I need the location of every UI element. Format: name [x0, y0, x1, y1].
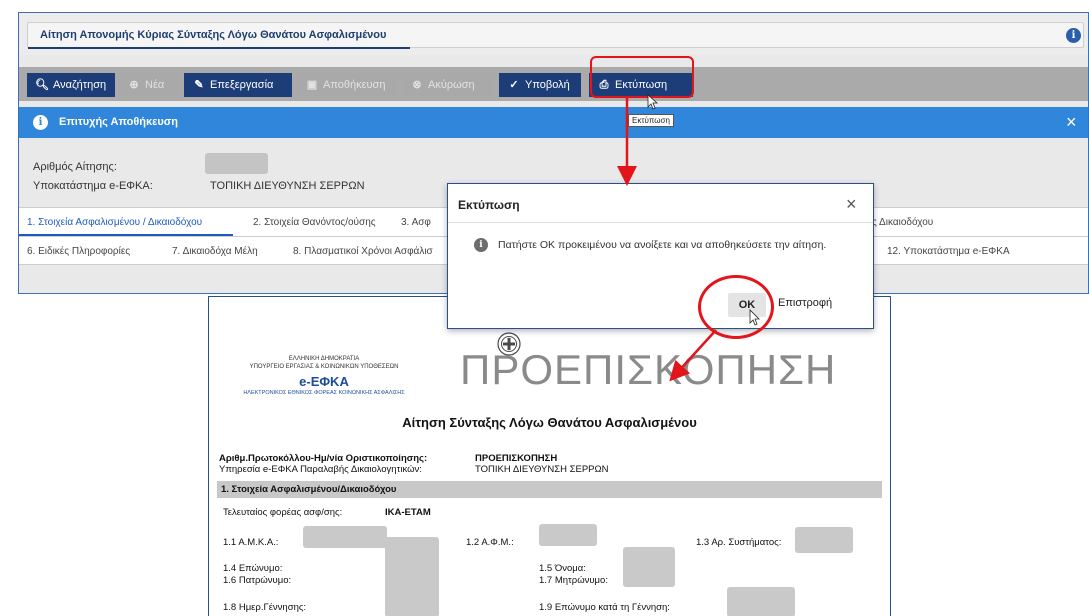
protocol-value: ΠΡΟΕΠΙΣΚΟΠΗΣΗ — [475, 453, 558, 464]
print-button-highlight — [590, 56, 694, 98]
print-tooltip: Εκτύπωση — [628, 114, 674, 127]
cancel-circle-icon: ⊗ — [412, 79, 422, 91]
section-title: 1. Στοιχεία Ασφαλισμένου/Δικαιοδόχου — [221, 484, 397, 495]
new-button-label: Νέα — [145, 79, 165, 91]
page-title: Αίτηση Απονομής Κύριας Σύνταξης Λόγω Θαν… — [40, 29, 387, 41]
toolbar: 🔍︎ Αναζήτηση ⊕ Νέα ✎ Επεξεργασία ▣ Αποθήκευσ… — [19, 67, 1088, 101]
pencil-icon: ✎ — [194, 79, 204, 91]
system-number-redacted — [795, 527, 853, 553]
plus-circle-icon: ⊕ — [129, 79, 139, 91]
edit-button-label: Επεξεργασία — [210, 79, 274, 91]
success-message: Επιτυχής Αποθήκευση — [59, 116, 178, 128]
submit-button-label: Υποβολή — [525, 79, 570, 91]
title-bar: Αίτηση Απονομής Κύριας Σύνταξης Λόγω Θαν… — [19, 13, 1088, 55]
info-icon: i — [33, 115, 48, 130]
afm-label: 1.2 Α.Φ.Μ.: — [466, 537, 514, 548]
application-number-label: Αριθμός Αίτησης: — [33, 161, 117, 173]
checkmark-icon: ✓ — [509, 79, 519, 91]
service-label: Υπηρεσία e-ΕΦΚΑ Παραλαβής Δικαιολογητικώ… — [219, 464, 422, 475]
save-button-label: Αποθήκευση — [323, 79, 386, 91]
dialog-title: Εκτύπωση — [458, 198, 520, 212]
branch-label: Υποκατάστημα e-ΕΦΚΑ: — [33, 180, 153, 192]
search-button[interactable]: 🔍︎ Αναζήτηση — [27, 73, 115, 97]
close-icon[interactable]: × — [1066, 112, 1077, 133]
name-label: 1.5 Όνομα: — [539, 563, 586, 574]
tab-beneficiary-members[interactable]: 7. Δικαιοδόχα Μέλη — [172, 246, 258, 257]
tab-deceased-details[interactable]: 2. Στοιχεία Θανόντος/ούσης — [253, 217, 376, 228]
tab-insured-details[interactable]: 1. Στοιχεία Ασφαλισμένου / Δικαιοδόχου — [27, 217, 202, 228]
ok-button-highlight — [698, 275, 774, 339]
efka-logo: e-ΕΦΚΑ — [299, 374, 349, 389]
branch-value: ΤΟΠΙΚΗ ΔΙΕΥΘΥΝΣΗ ΣΕΡΡΩΝ — [210, 180, 365, 192]
protocol-label: Αριθμ.Πρωτοκόλλου-Ημ/νία Οριστικοποίησης… — [219, 453, 428, 464]
surname-label: 1.4 Επώνυμο: — [223, 563, 283, 574]
birth-surname-redacted — [727, 587, 795, 616]
tab-notional-periods[interactable]: 8. Πλασματικοί Χρόνοι Ασφάλισ — [293, 246, 433, 257]
print-dialog: Εκτύπωση × i Πατήστε ΟΚ προκειμένου να α… — [447, 183, 874, 329]
org-line-1: ΕΛΛΗΝΙΚΗ ΔΗΜΟΚΡΑΤΙΑ — [288, 356, 360, 362]
new-button[interactable]: ⊕ Νέα — [119, 73, 179, 97]
dialog-divider — [448, 222, 873, 223]
search-button-label: Αναζήτηση — [53, 79, 107, 91]
tab-efka-branch[interactable]: 12. Υποκατάστημα e-ΕΦΚΑ — [887, 246, 1010, 257]
dialog-message: Πατήστε ΟΚ προκειμένου να ανοίξετε και ν… — [498, 239, 827, 251]
cancel-button-label: Ακύρωση — [428, 79, 475, 91]
tab-special-info[interactable]: 6. Ειδικές Πληροφορίες — [27, 246, 130, 257]
birth-date-label: 1.8 Ημερ.Γέννησης: — [223, 602, 307, 613]
preview-watermark: ΠΡΟΕΠΙΣΚΟΠΗΣΗ — [460, 346, 837, 393]
tab-beneficiary[interactable]: ς Δικαιοδόχου — [872, 217, 933, 228]
surname-redacted — [385, 537, 439, 616]
info-icon: i — [474, 238, 488, 252]
organization-header: ΕΛΛΗΝΙΚΗ ΔΗΜΟΚΡΑΤΙΑ ΥΠΟΥΡΓΕΙΟ ΕΡΓΑΣΙΑΣ &… — [224, 297, 424, 407]
amka-label: 1.1 Α.Μ.Κ.Α.: — [223, 537, 279, 548]
cancel-button[interactable]: ⊗ Ακύρωση — [402, 73, 494, 97]
document-title: Αίτηση Σύνταξης Λόγω Θανάτου Ασφαλισμένο… — [402, 415, 697, 430]
back-button[interactable]: Επιστροφή — [778, 297, 832, 309]
save-button[interactable]: ▣ Αποθήκευση — [297, 73, 398, 97]
info-icon[interactable]: i — [1066, 28, 1081, 43]
floppy-disk-icon: ▣ — [306, 79, 318, 91]
search-icon: 🔍︎ — [35, 79, 49, 91]
preview-document: ΕΛΛΗΝΙΚΗ ΔΗΜΟΚΡΑΤΙΑ ΥΠΟΥΡΓΕΙΟ ΕΡΓΑΣΙΑΣ &… — [208, 296, 891, 616]
system-number-label: 1.3 Αρ. Συστήματος: — [696, 537, 782, 548]
submit-button[interactable]: ✓ Υποβολή — [499, 73, 581, 97]
last-fund-label: Τελευταίος φορέας ασφ/σης: — [223, 507, 343, 518]
success-alert: i Επιτυχής Αποθήκευση × — [19, 107, 1088, 138]
section-header: 1. Στοιχεία Ασφαλισμένου/Δικαιοδόχου — [217, 481, 882, 498]
amka-redacted — [303, 526, 387, 548]
title-box: Αίτηση Απονομής Κύριας Σύνταξης Λόγω Θαν… — [27, 22, 1084, 49]
service-value: ΤΟΠΙΚΗ ΔΙΕΥΘΥΝΣΗ ΣΕΡΡΩΝ — [475, 464, 609, 475]
edit-button[interactable]: ✎ Επεξεργασία — [184, 73, 292, 97]
active-tab-indicator — [19, 234, 233, 236]
birth-surname-label: 1.9 Επώνυμο κατά τη Γέννηση: — [539, 602, 670, 613]
application-number-redacted — [205, 153, 268, 174]
title-underline — [28, 47, 410, 49]
org-line-3: ΗΛΕΚΤΡΟΝΙΚΟΣ ΕΘΝΙΚΟΣ ΦΟΡΕΑΣ ΚΟΙΝΩΝΙΚΗΣ Α… — [243, 390, 405, 396]
last-fund-value: ΙΚΑ-ΕΤΑΜ — [385, 507, 431, 518]
org-line-2: ΥΠΟΥΡΓΕΙΟ ΕΡΓΑΣΙΑΣ & ΚΟΙΝΩΝΙΚΩΝ ΥΠΟΘΕΣΕΩ… — [249, 364, 399, 370]
name-redacted — [623, 547, 675, 587]
mother-name-label: 1.7 Μητρώνυμο: — [539, 575, 608, 586]
close-icon[interactable]: × — [846, 194, 857, 215]
tab-insurance[interactable]: 3. Ασφ — [401, 217, 431, 228]
afm-redacted — [539, 524, 597, 546]
father-name-label: 1.6 Πατρώνυμο: — [223, 575, 292, 586]
